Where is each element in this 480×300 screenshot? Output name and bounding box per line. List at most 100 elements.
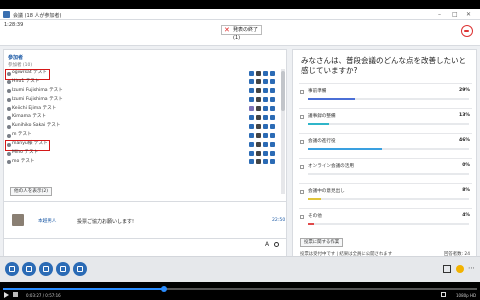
poll-bar-track	[308, 98, 469, 100]
chat-icon	[9, 266, 15, 272]
participant-row[interactable]: Miho テスト	[6, 149, 279, 158]
app-icon	[3, 11, 10, 18]
video-button[interactable]	[56, 262, 70, 276]
quality-label[interactable]: 1080p HD	[456, 293, 476, 298]
checkbox[interactable]	[300, 115, 304, 119]
participant-row[interactable]: m テスト	[6, 131, 279, 140]
participant-row[interactable]: Kunihiko Sakai テスト	[6, 122, 279, 131]
participant-name: m テスト	[12, 132, 32, 138]
seek-progress	[3, 288, 165, 290]
participant-row[interactable]: Izumi Fujishima テスト	[6, 87, 279, 96]
participant-icons	[249, 70, 279, 77]
poll-actions-button[interactable]: 投票に関する作業	[300, 238, 344, 247]
participant-name: Hiro1 テスト	[12, 78, 40, 84]
participant-name: mo テスト	[12, 158, 35, 164]
poll-option[interactable]: 会議の進行役 46%	[299, 133, 472, 158]
participant-name: Izumi Fujishima テスト	[12, 87, 63, 93]
poll-option-label: 会議の進行役	[308, 139, 336, 144]
playback-time: 0:03:27 / 0:57:16	[26, 293, 61, 298]
poll-option[interactable]: 事前準備 29%	[299, 83, 472, 108]
participant-row[interactable]: Izumi Fujishima テスト	[6, 96, 279, 105]
call-button[interactable]	[22, 262, 36, 276]
participant-row[interactable]: mo テスト	[6, 158, 279, 167]
person-icon	[7, 80, 11, 85]
person-icon	[7, 133, 11, 138]
participant-name: Kunihiko Sakai テスト	[12, 123, 61, 129]
bottom-toolbar: ⋯	[0, 256, 480, 282]
poll-bar-track	[308, 148, 469, 150]
maximize-icon[interactable]: □	[452, 11, 458, 18]
more-icon[interactable]: ⋯	[468, 265, 476, 273]
seek-handle[interactable]	[161, 286, 168, 292]
poll-bar-track	[308, 123, 469, 125]
people-icon	[77, 266, 83, 272]
stop-presenting-button[interactable]: ✕ 発表の終了(1)	[221, 25, 262, 41]
poll-option[interactable]: 会議中の意見出し 8%	[299, 183, 472, 208]
seek-bar[interactable]	[3, 286, 477, 292]
poll-option-label: その他	[308, 214, 322, 219]
participant-icons	[249, 123, 279, 130]
poll-option-percent: 0%	[462, 163, 470, 168]
person-icon	[7, 142, 11, 147]
checkbox[interactable]	[300, 190, 304, 194]
checkbox[interactable]	[300, 215, 304, 219]
poll-option-percent: 46%	[459, 138, 470, 143]
participant-icons	[249, 150, 279, 157]
participant-list: ogiwrsat テスト Hiro1 テスト Izumi Fujishima テ…	[5, 69, 279, 167]
participant-icons	[249, 132, 279, 139]
poll-options: 事前準備 29% 議事録の整備 13% 会議の進行役 46% オンライン会議の活用 0%…	[299, 83, 472, 233]
avatar	[12, 214, 24, 226]
poll-option[interactable]: 議事録の整備 13%	[299, 108, 472, 133]
close-icon: ✕	[224, 26, 230, 34]
participant-row[interactable]: ogiwrsat テスト	[5, 69, 279, 80]
poll-option-percent: 8%	[462, 188, 470, 193]
app-window: 会議 (18 人が参加者) – □ ✕ 1:28:39 ✕ 発表の終了(1) 参…	[0, 9, 480, 282]
checkbox[interactable]	[300, 165, 304, 169]
participant-icons	[249, 106, 279, 112]
person-icon	[7, 160, 11, 165]
participant-row[interactable]: manyu様 テスト	[5, 140, 279, 151]
checkbox[interactable]	[300, 90, 304, 94]
font-icon[interactable]: A	[265, 241, 269, 248]
poll-option-percent: 13%	[459, 113, 470, 118]
title-bar: 会議 (18 人が参加者) – □ ✕	[0, 9, 480, 20]
participant-row[interactable]: Keiichi Ejima テスト	[6, 105, 279, 114]
window-title: 会議 (18 人が参加者)	[13, 13, 62, 19]
poll-option[interactable]: その他 4%	[299, 208, 472, 233]
play-icon[interactable]	[4, 292, 9, 298]
emoji-icon[interactable]	[274, 242, 279, 247]
participant-row[interactable]: Hiro1 テスト	[6, 78, 279, 87]
poll-option-percent: 29%	[459, 88, 470, 93]
poll-option-label: 会議中の意見出し	[308, 189, 345, 194]
participant-row[interactable]: Kimama テスト	[6, 113, 279, 122]
poll-option-percent: 4%	[462, 213, 470, 218]
status-icon[interactable]	[456, 265, 464, 273]
participant-name: Izumi Fujishima テスト	[12, 96, 63, 102]
end-call-button[interactable]	[461, 25, 473, 37]
minimize-icon[interactable]: –	[438, 11, 441, 18]
person-icon	[7, 124, 11, 129]
volume-icon[interactable]	[13, 292, 18, 297]
participant-name: Keiichi Ejima テスト	[12, 105, 57, 111]
participants-button[interactable]	[73, 262, 87, 276]
participant-name: Miho テスト	[12, 150, 39, 156]
participant-icons	[249, 88, 279, 94]
chat-button[interactable]	[5, 262, 19, 276]
participant-icons	[249, 97, 279, 103]
checkbox[interactable]	[300, 140, 304, 144]
participants-scrollbar[interactable]	[281, 69, 285, 194]
show-all-button[interactable]: 他の人を表示(2)	[10, 187, 53, 196]
participant-icons	[249, 159, 279, 165]
participants-heading: 参加者	[8, 55, 24, 61]
poll-bar-track	[308, 173, 469, 175]
close-icon[interactable]: ✕	[466, 11, 471, 18]
layout-icon[interactable]	[443, 265, 451, 273]
fullscreen-icon[interactable]	[441, 292, 446, 297]
poll-panel: みなさんは、普段会議のどんな点を改善したいと感じていますか? 事前準備 29% 議…	[292, 49, 477, 262]
person-icon	[7, 115, 11, 120]
phone-icon	[26, 266, 32, 272]
share-button[interactable]	[39, 262, 53, 276]
poll-option[interactable]: オンライン会議の活用 0%	[299, 158, 472, 183]
divider	[4, 201, 286, 202]
participant-icons	[249, 141, 279, 148]
